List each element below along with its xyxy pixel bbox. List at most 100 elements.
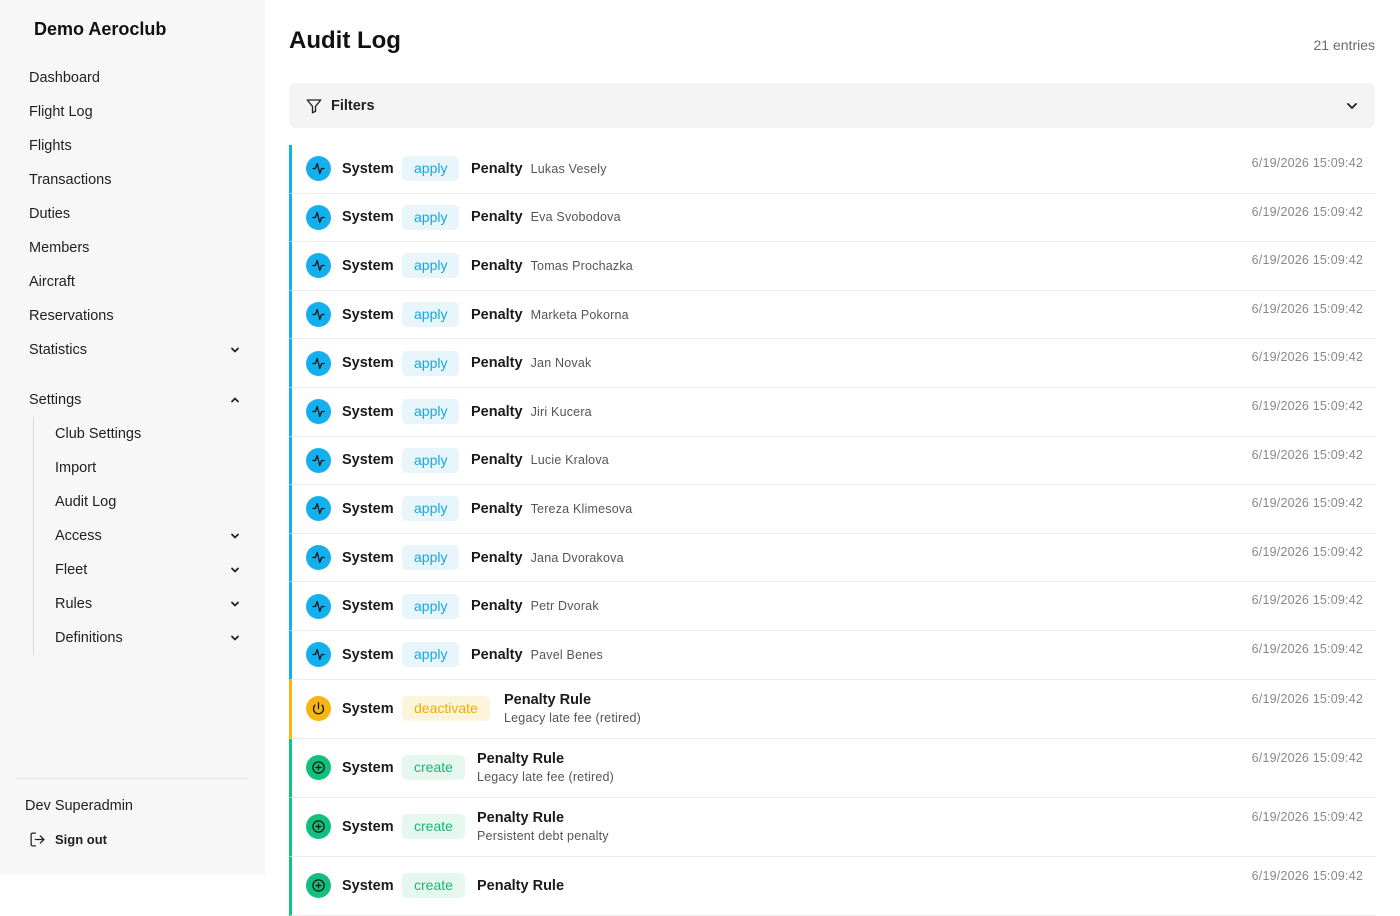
target-name: Jan Novak (530, 356, 592, 371)
audit-row[interactable]: System apply Penalty Jiri Kucera 6/19/2026 1… (289, 387, 1376, 437)
audit-actor: System (342, 759, 394, 776)
sidebar-divider (16, 778, 248, 779)
target-name: Pavel Benes (530, 647, 603, 662)
target-name: Tereza Klimesova (530, 501, 633, 516)
target-type: Penalty (471, 257, 523, 274)
target-name: Marketa Pokorna (530, 307, 629, 322)
target-type: Penalty (471, 355, 523, 372)
audit-actor: System (342, 209, 394, 226)
sidebar-item-import[interactable]: Import (55, 451, 244, 485)
filter-icon (306, 98, 322, 113)
audit-actor: System (342, 403, 394, 420)
sidebar-item-flights[interactable]: Flights (29, 129, 244, 163)
audit-timestamp: 6/19/2026 15:09:42 (1251, 593, 1363, 608)
sidebar-item-statistics[interactable]: Statistics (29, 333, 244, 367)
audit-row[interactable]: System apply Penalty Jana Dvorakova 6/19/202… (289, 533, 1376, 583)
audit-target: Penalty Rule Legacy late fee (retired) (504, 691, 641, 727)
audit-row[interactable]: System apply Penalty Jan Novak 6/19/2026 15:… (289, 339, 1376, 388)
action-badge: apply (402, 302, 460, 328)
target-name: Persistent debt penalty (477, 828, 609, 843)
audit-row[interactable]: System apply Penalty Petr Dvorak 6/19/2026 1… (289, 582, 1376, 631)
audit-target: Penalty Rule (477, 877, 564, 895)
activity-icon (306, 350, 331, 376)
audit-actor: System (342, 877, 394, 894)
audit-row[interactable]: System create Penalty Rule 6/19/2026 15:09:… (289, 856, 1376, 916)
action-badge: create (402, 814, 465, 840)
current-user-name: Dev Superadmin (25, 798, 133, 814)
target-type: Penalty (471, 598, 523, 615)
action-badge: apply (402, 204, 460, 230)
audit-actor: System (342, 500, 394, 517)
sidebar-item-label: Rules (55, 596, 93, 612)
entries-count: 21 entries (1313, 37, 1375, 53)
sidebar-item-label: Settings (29, 392, 82, 408)
sidebar-item-definitions[interactable]: Definitions (55, 621, 244, 655)
target-type: Penalty (471, 549, 523, 566)
activity-icon (306, 302, 331, 328)
sidebar-item-fleet[interactable]: Fleet (55, 553, 244, 587)
sidebar-item-flight-log[interactable]: Flight Log (29, 95, 244, 129)
chevron-down-icon (230, 565, 240, 575)
sidebar-item-aircraft[interactable]: Aircraft (29, 265, 244, 299)
sidebar-item-duties[interactable]: Duties (29, 197, 244, 231)
target-name: Jana Dvorakova (530, 550, 624, 565)
audit-target: Penalty Tereza Klimesova (471, 501, 632, 517)
target-type: Penalty (471, 500, 523, 517)
action-badge: apply (402, 545, 460, 571)
audit-row[interactable]: System apply Penalty Tereza Klimesova 6/19/2… (289, 485, 1376, 534)
audit-row[interactable]: System create Penalty Rule Persistent debt … (289, 797, 1376, 857)
sidebar-item-dashboard[interactable]: Dashboard (29, 61, 244, 95)
sidebar-item-rules[interactable]: Rules (55, 587, 244, 621)
sidebar-item-transactions[interactable]: Transactions (29, 163, 244, 197)
main-content: Audit Log 21 entries Filters System apply… (289, 0, 1376, 916)
audit-actor: System (342, 257, 394, 274)
audit-timestamp: 6/19/2026 15:09:42 (1251, 496, 1363, 511)
audit-row[interactable]: System deactivate Penalty Rule Legacy late … (289, 679, 1376, 739)
activity-icon (306, 593, 331, 619)
audit-target: Penalty Rule Legacy late fee (retired) (477, 750, 614, 786)
audit-timestamp: 6/19/2026 15:09:42 (1251, 301, 1363, 316)
sidebar-item-members[interactable]: Members (29, 231, 244, 265)
action-badge: apply (402, 496, 460, 522)
audit-actor: System (342, 306, 394, 323)
audit-target: Penalty Lucie Kralova (471, 452, 609, 468)
audit-timestamp: 6/19/2026 15:09:42 (1251, 204, 1363, 219)
audit-target: Penalty Jiri Kucera (471, 404, 592, 420)
sidebar-item-club-settings[interactable]: Club Settings (55, 417, 244, 451)
sidebar-item-audit-log[interactable]: Audit Log (55, 485, 244, 519)
audit-row[interactable]: System apply Penalty Lucie Kralova 6/19/2026… (289, 436, 1376, 486)
filters-toggle[interactable]: Filters (289, 83, 1375, 128)
action-badge: create (402, 755, 465, 781)
chevron-down-icon (230, 531, 240, 541)
audit-target: Penalty Jana Dvorakova (471, 550, 624, 566)
sidebar-item-access[interactable]: Access (55, 519, 244, 553)
audit-log-list: System apply Penalty Lukas Vesely 6/19/2026 … (289, 145, 1376, 916)
sidebar-item-label: Access (55, 528, 102, 544)
audit-row[interactable]: System apply Penalty Lukas Vesely 6/19/2026 … (289, 145, 1376, 194)
activity-icon (306, 253, 331, 279)
target-name: Legacy late fee (retired) (477, 769, 615, 784)
audit-row[interactable]: System apply Penalty Tomas Prochazka 6/19/20… (289, 242, 1376, 291)
sidebar-item-label: Fleet (55, 562, 88, 578)
activity-icon (306, 156, 331, 182)
action-badge: deactivate (402, 696, 490, 722)
settings-submenu: Club Settings Import Audit Log Access Fl… (33, 417, 244, 655)
audit-actor: System (342, 452, 394, 469)
sidebar: Demo Aeroclub Dashboard Flight Log Fligh… (0, 0, 265, 875)
audit-row[interactable]: System apply Penalty Pavel Benes 6/19/2026 1… (289, 630, 1376, 680)
audit-row[interactable]: System create Penalty Rule Legacy late fee … (289, 738, 1376, 798)
sign-out-button[interactable]: Sign out (29, 831, 107, 848)
plus-circle-icon (306, 873, 331, 899)
sidebar-item-settings[interactable]: Settings (29, 383, 244, 417)
action-badge: apply (402, 593, 460, 619)
log-out-icon (30, 832, 45, 847)
sidebar-item-reservations[interactable]: Reservations (29, 299, 244, 333)
audit-row[interactable]: System apply Penalty Marketa Pokorna 6/19/20… (289, 290, 1376, 340)
target-type: Penalty Rule (477, 809, 565, 826)
audit-timestamp: 6/19/2026 15:09:42 (1251, 809, 1363, 824)
activity-icon (306, 204, 331, 230)
power-icon (306, 696, 331, 722)
audit-actor: System (342, 355, 394, 372)
action-badge: apply (402, 350, 460, 376)
audit-row[interactable]: System apply Penalty Eva Svobodova 6/19/2026… (289, 193, 1376, 243)
